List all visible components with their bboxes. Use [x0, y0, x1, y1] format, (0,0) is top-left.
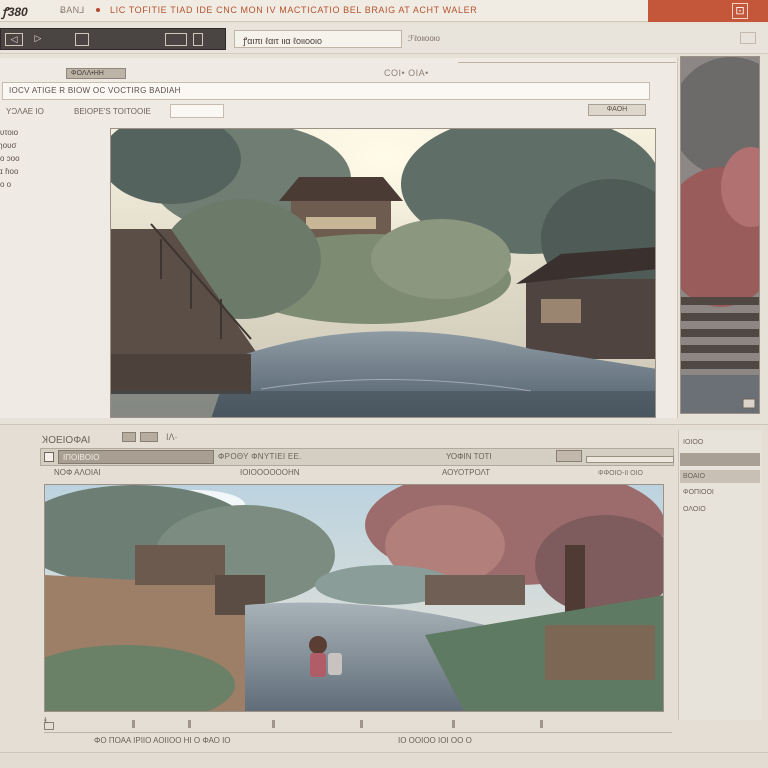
timeline-tick [540, 720, 543, 728]
bottom-tab-chip[interactable] [140, 432, 158, 442]
address-hint: ℱℓοιιοοιο [408, 34, 441, 43]
bottom-row-label: ΙΟΙΟΟΟΟΟΟΗΝ [240, 468, 300, 477]
tab-chip[interactable]: ΦΟΛΛ•ΗΗ [66, 68, 126, 79]
address-input[interactable]: ꝭαιπι ℓαιτ ιια ℓοιιοοιο [234, 30, 402, 48]
side-preview-image[interactable] [680, 56, 760, 414]
right-list-item[interactable]: ΒΟΑΙΟ [680, 470, 760, 483]
main-preview-image[interactable] [110, 128, 656, 418]
right-list-item[interactable]: ΙΟΙΟΟ [680, 436, 760, 449]
panel-title: COI• OIA• [384, 68, 429, 78]
bottom-toolbar-label-right: ΥΟΦΙΝ ΤΟΤΙ [446, 452, 492, 461]
action-button[interactable]: ΦΑΟΗ [588, 104, 646, 116]
bottom-toolbar-label: ΦΡΟΘΥ ΦΝΥΤΙΕΙ ΕΕ. [218, 452, 302, 461]
search-input[interactable]: IOCV ATIGE R BIOW OC VOCTIRG BADIAH [2, 82, 650, 100]
timeline-tick [452, 720, 455, 728]
bottom-row-label: ΦΦΟΙΟ-ΙΙ ΟΙΟ [598, 470, 644, 477]
timeline-tick [132, 720, 135, 728]
side-list-item[interactable]: ο ɔοο [0, 152, 100, 165]
bottom-panel-title: ꞰΟΕΙΟΦΑΙ [42, 435, 91, 446]
dark-toolbar-group: ◁ ▷ [0, 28, 226, 50]
status-divider [44, 732, 672, 733]
stop-icon[interactable] [75, 33, 89, 46]
app-logo: ꝭ380 [2, 5, 28, 19]
home-icon[interactable] [165, 33, 187, 46]
sub-label-mid: ΒΕΙΟΡΕ'S ΤΟΙΤΟΟΙΕ [74, 107, 151, 116]
bottom-right-field[interactable] [586, 456, 674, 463]
forward-icon[interactable]: ▷ [31, 33, 45, 46]
settings-icon[interactable] [193, 33, 203, 46]
timeline-tick [360, 720, 363, 728]
sub-label-left: ΥƆΛΑΕ ΙΟ [6, 107, 44, 116]
status-text-right: ΙΟ ΟΟΙΟΟ ΙΟΙ ΟΟ Ο [398, 736, 472, 745]
panel-divider [458, 62, 676, 63]
side-list-item[interactable]: ɪ ɦοο [0, 165, 100, 178]
timeline-tick [188, 720, 191, 728]
bottom-row-label: ΝΟΦ ΑΛΟΙΑΙ [54, 468, 101, 477]
secondary-preview-image[interactable] [44, 484, 664, 712]
menu-icon[interactable] [740, 32, 756, 44]
right-list-item[interactable]: ΦΟΠΙΟΟΙ [680, 486, 760, 499]
folder-icon[interactable] [556, 450, 582, 462]
select-checkbox[interactable] [44, 452, 54, 462]
close-button[interactable]: ⊡ [648, 0, 768, 22]
horizontal-scrollbar[interactable] [0, 752, 768, 768]
close-icon[interactable]: ⊡ [732, 3, 748, 19]
bottom-panel-suffix: ΙΛ· [166, 432, 178, 442]
side-list: υτοιο ɿουσ ο ɔοο ɪ ɦοο ο ο [0, 126, 100, 191]
status-label: Ɫ [44, 716, 49, 725]
timeline-tick [272, 720, 275, 728]
bottom-tab-chip[interactable] [122, 432, 136, 442]
side-list-item[interactable]: ɿουσ [0, 139, 100, 152]
status-text: ΦΟ ΠΟΑΑ ΙΡΙΙΟ ΑΟΙΙΟΟ ΗΙ Ο ΦΑΟ ΙΟ [94, 736, 231, 745]
title-separator-icon [96, 8, 100, 12]
side-list-item[interactable]: ο ο [0, 178, 100, 191]
bottom-name-field[interactable]: ΙΠΟΙΒΟΙΟ [58, 450, 214, 464]
filter-input[interactable] [170, 104, 224, 118]
window-title: ɃAN⅃ [60, 5, 85, 15]
title-accent-text: LIC TOFITIE TIAD IDE CNC MON IV MACTICAT… [110, 5, 478, 15]
side-list-item[interactable]: υτοιο [0, 126, 100, 139]
back-icon[interactable]: ◁ [5, 33, 23, 46]
right-list-item-selected[interactable] [680, 453, 760, 466]
right-list-item[interactable]: ΟΛΟΙΟ [680, 503, 760, 516]
bottom-row-label: ΑΟΥΟΤΡΟΛΤ [442, 468, 491, 477]
